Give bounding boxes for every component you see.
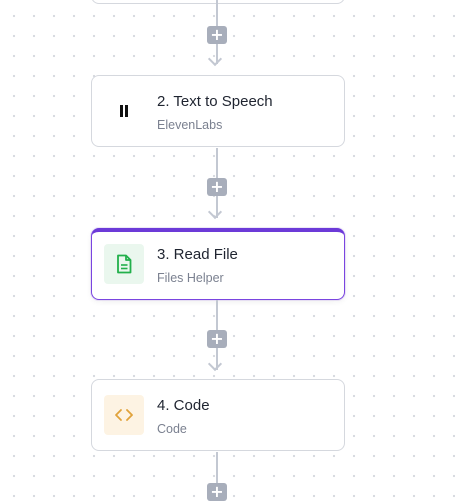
step-icon-box <box>104 395 144 435</box>
workflow-canvas[interactable]: { "canvas": { "add_step_label": "+" }, "… <box>0 0 455 501</box>
add-step-button[interactable]: + <box>207 483 227 501</box>
code-icon <box>115 409 133 421</box>
add-step-button[interactable]: + <box>207 26 227 44</box>
step-card-text-to-speech[interactable]: 2. Text to Speech ElevenLabs <box>91 75 345 147</box>
step-card-code[interactable]: 4. Code Code <box>91 379 345 451</box>
step-card-read-file[interactable]: 3. Read File Files Helper <box>91 228 345 300</box>
connector-line <box>216 452 218 483</box>
step-app-name: Code <box>157 422 187 436</box>
connector: + <box>207 452 227 501</box>
step-app-name: ElevenLabs <box>157 118 223 132</box>
connector: + <box>207 300 227 372</box>
step-title: 3. Read File <box>157 246 238 263</box>
add-step-button[interactable]: + <box>207 178 227 196</box>
arrow-down-icon <box>207 356 223 372</box>
file-icon <box>117 254 132 274</box>
pause-icon <box>120 105 128 117</box>
connector: + <box>207 0 227 68</box>
arrow-down-icon <box>207 204 223 220</box>
connector-line <box>216 148 218 178</box>
step-title: 4. Code <box>157 397 210 414</box>
add-step-button[interactable]: + <box>207 330 227 348</box>
arrow-down-icon <box>207 51 223 67</box>
step-icon-box <box>104 244 144 284</box>
step-icon-box <box>104 91 144 131</box>
step-app-name: Files Helper <box>157 271 224 285</box>
connector-line <box>216 300 218 330</box>
step-title: 2. Text to Speech <box>157 93 273 110</box>
connector-line <box>216 0 218 26</box>
connector: + <box>207 148 227 220</box>
